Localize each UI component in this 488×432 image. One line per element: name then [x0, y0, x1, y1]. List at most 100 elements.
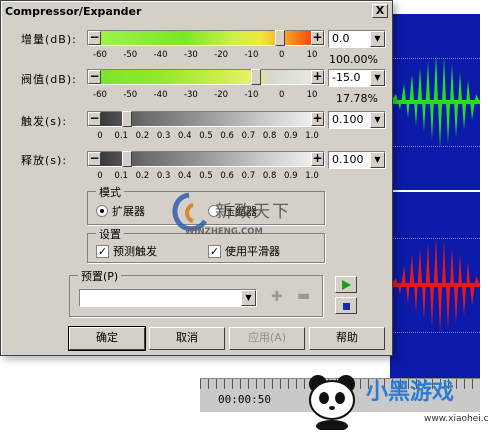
apply-button[interactable]: 应用(A) [229, 327, 305, 350]
preset-group-label: 预置(P) [78, 268, 122, 284]
release-thumb[interactable] [122, 151, 132, 167]
gain-value-field[interactable]: 0.0 ▼ [328, 30, 386, 48]
gain-label: 增量(dB): [21, 33, 77, 46]
predict-trigger-option[interactable]: ✓ 预测触发 [96, 243, 157, 259]
chevron-down-icon[interactable]: ▼ [241, 290, 256, 306]
scale-tick: 0.3 [156, 131, 171, 141]
brand-title: 小黑游戏 [366, 380, 455, 405]
scale-tick: 0 [97, 171, 103, 181]
threshold-thumb[interactable] [251, 69, 261, 85]
scale-tick: 0.6 [220, 131, 234, 141]
watermark-text: 新政天下 [215, 202, 291, 222]
scale-tick: 0.4 [178, 171, 192, 181]
threshold-percent: 17.78% [336, 92, 378, 105]
close-button[interactable]: X [372, 4, 388, 18]
predict-trigger-label: 预测触发 [113, 245, 157, 258]
expander-radio[interactable] [96, 205, 108, 217]
scale-tick: 0.8 [262, 171, 277, 181]
waveform-left-channel[interactable] [390, 14, 480, 190]
release-decrease-button[interactable]: − [88, 152, 101, 166]
brand-url: www.xiaohei.com [424, 414, 488, 424]
remove-preset-icon[interactable]: ▬ [297, 288, 310, 304]
settings-group-label: 设置 [96, 226, 124, 242]
attack-value: 0.100 [332, 113, 364, 126]
chevron-down-icon[interactable]: ▼ [370, 31, 385, 47]
expander-radio-option[interactable]: 扩展器 [96, 203, 145, 219]
stop-icon [343, 303, 350, 310]
play-icon [342, 280, 351, 290]
waveform-right-channel[interactable] [390, 192, 480, 378]
threshold-value: -15.0 [332, 71, 361, 84]
waveform-red-icon [390, 236, 480, 334]
threshold-track[interactable] [101, 70, 311, 84]
help-button[interactable]: 帮助 [309, 327, 385, 350]
gain-thumb[interactable] [275, 30, 285, 46]
attack-thumb[interactable] [122, 111, 132, 127]
release-label: 释放(s): [21, 154, 68, 167]
play-button[interactable] [335, 276, 357, 293]
scale-tick: -40 [153, 50, 168, 60]
scale-tick: 10 [306, 90, 318, 100]
scale-tick: -60 [93, 50, 107, 60]
attack-value-field[interactable]: 0.100 ▼ [328, 111, 386, 129]
attack-slider[interactable]: − + [87, 111, 325, 127]
watermark-url: WINZHENG.COM [185, 227, 263, 237]
scale-tick: 0.1 [114, 131, 128, 141]
scale-tick: 0 [278, 90, 285, 100]
scale-tick: 0.4 [178, 131, 192, 141]
threshold-value-field[interactable]: -15.0 ▼ [328, 69, 386, 87]
cancel-button[interactable]: 取消 [149, 327, 225, 350]
release-slider[interactable]: − + [87, 151, 325, 167]
scale-tick: -10 [244, 90, 259, 100]
gain-increase-button[interactable]: + [311, 31, 324, 45]
mode-group-label: 模式 [96, 184, 124, 200]
scale-tick: -20 [214, 50, 229, 60]
release-value: 0.100 [332, 153, 364, 166]
scale-tick: 0.2 [135, 131, 150, 141]
scale-tick: -50 [123, 50, 138, 60]
scale-tick: 0.8 [262, 131, 277, 141]
scale-tick: 10 [306, 50, 318, 60]
gain-decrease-button[interactable]: − [88, 31, 101, 45]
chevron-down-icon[interactable]: ▼ [370, 112, 385, 128]
add-preset-icon[interactable]: ✚ [271, 289, 283, 305]
threshold-decrease-button[interactable]: − [88, 70, 101, 84]
gain-slider[interactable]: − + [87, 30, 325, 46]
preset-dropdown[interactable]: ▼ [79, 289, 257, 307]
scale-tick: -10 [244, 50, 259, 60]
panda-icon [309, 375, 355, 430]
dialog-title: Compressor/Expander [5, 5, 142, 18]
dialog-titlebar[interactable]: Compressor/Expander X [2, 2, 391, 21]
release-increase-button[interactable]: + [311, 152, 324, 166]
attack-increase-button[interactable]: + [311, 112, 324, 126]
stop-button[interactable] [335, 297, 357, 314]
scale-tick: 0.1 [114, 171, 128, 181]
release-value-field[interactable]: 0.100 ▼ [328, 151, 386, 169]
scale-tick: 0.9 [284, 171, 298, 181]
threshold-slider[interactable]: − + [87, 69, 325, 85]
predict-trigger-checkbox[interactable]: ✓ [96, 244, 109, 258]
scale-tick: -40 [153, 90, 168, 100]
watermark-logo: 新政天下 WINZHENG.COM [167, 187, 337, 251]
threshold-scale: -60 -50 -40 -30 -20 -10 0 10 [93, 90, 317, 102]
scale-tick: -30 [183, 90, 198, 100]
scale-tick: 0.5 [199, 131, 213, 141]
scale-tick: 0.3 [156, 171, 171, 181]
waveform-green-icon [390, 54, 480, 148]
gain-percent: 100.00% [329, 53, 378, 66]
attack-scale: 0 0.1 0.2 0.3 0.4 0.5 0.6 0.7 0.8 0.9 1.0 [97, 131, 318, 143]
scale-tick: -50 [123, 90, 138, 100]
chevron-down-icon[interactable]: ▼ [370, 152, 385, 168]
attack-track[interactable] [101, 112, 311, 126]
scale-tick: 0 [97, 131, 103, 141]
release-track[interactable] [101, 152, 311, 166]
threshold-increase-button[interactable]: + [311, 70, 324, 84]
attack-label: 触发(s): [21, 115, 68, 128]
chevron-down-icon[interactable]: ▼ [370, 70, 385, 86]
scale-tick: 0.2 [135, 171, 150, 181]
scale-tick: 0.7 [241, 171, 256, 181]
attack-decrease-button[interactable]: − [88, 112, 101, 126]
ok-button[interactable]: 确定 [68, 326, 146, 351]
expander-label: 扩展器 [112, 205, 145, 218]
scale-tick: 0.6 [220, 171, 234, 181]
